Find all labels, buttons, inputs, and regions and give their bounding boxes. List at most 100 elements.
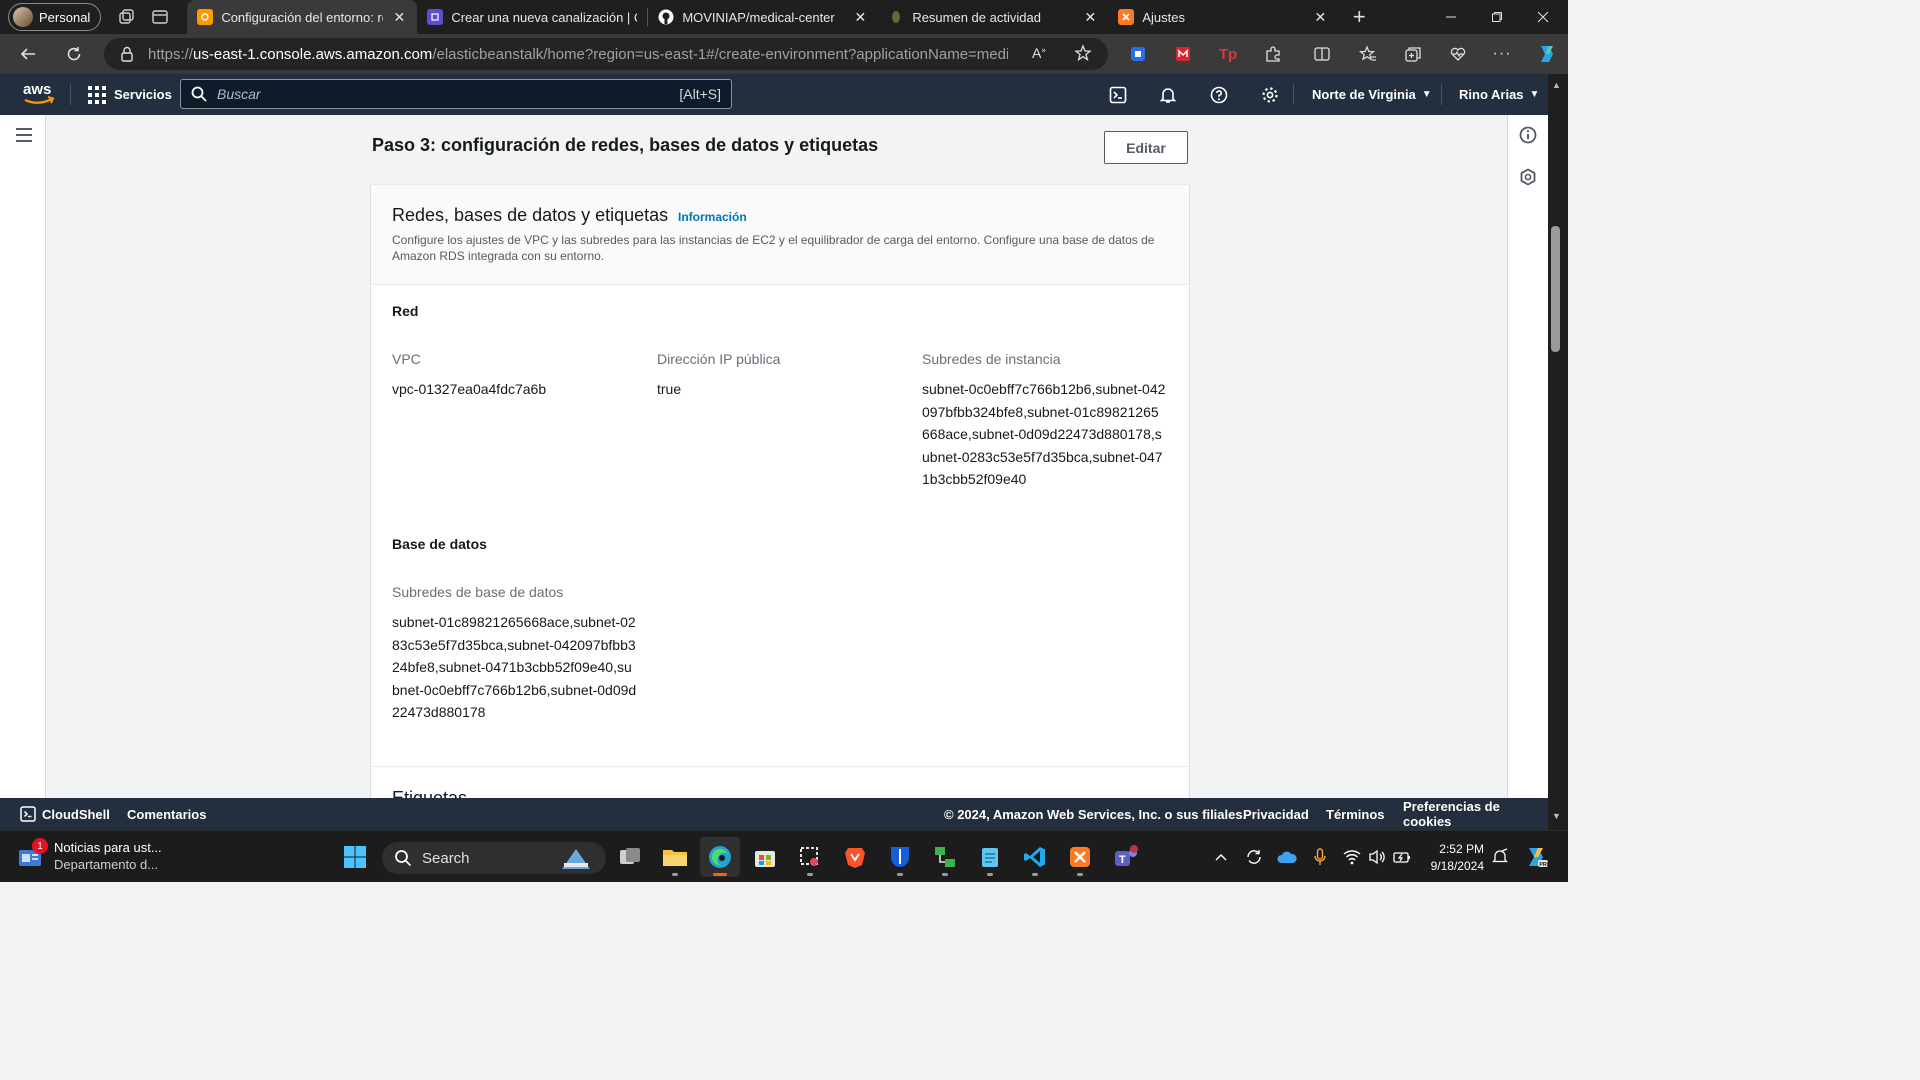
- extension-shield-icon[interactable]: [1120, 34, 1156, 74]
- collections-icon[interactable]: [1395, 34, 1431, 74]
- show-hidden-icons-icon[interactable]: [1209, 845, 1233, 869]
- file-explorer-icon[interactable]: [655, 837, 695, 877]
- services-menu[interactable]: Servicios: [88, 74, 172, 115]
- svg-text:aws: aws: [23, 81, 51, 98]
- lock-icon[interactable]: [120, 46, 134, 62]
- vscode-icon[interactable]: [1015, 837, 1055, 877]
- vertical-tabs-icon[interactable]: [143, 0, 177, 34]
- scroll-down-arrow-icon[interactable]: ▼: [1552, 811, 1561, 821]
- activity-favicon-icon: [888, 9, 904, 25]
- database-heading: Base de datos: [392, 536, 487, 552]
- search-icon: [191, 86, 207, 102]
- cloudshell-icon[interactable]: [1098, 74, 1138, 115]
- split-screen-icon[interactable]: [1304, 34, 1340, 74]
- brave-icon[interactable]: [835, 837, 875, 877]
- settings-gear-icon[interactable]: [1250, 74, 1290, 115]
- close-tab-icon[interactable]: ✕: [1082, 9, 1098, 26]
- left-navigation-rail: [0, 115, 46, 798]
- wifi-icon[interactable]: [1340, 845, 1364, 869]
- scroll-up-arrow-icon[interactable]: ▲: [1552, 80, 1561, 90]
- feedback-link[interactable]: Comentarios: [127, 798, 206, 830]
- extension-tp-icon[interactable]: Tp: [1210, 34, 1246, 74]
- help-icon[interactable]: [1199, 74, 1239, 115]
- edit-button[interactable]: Editar: [1104, 131, 1188, 164]
- tab-aws-console[interactable]: Configuración del entorno: revisar ✕: [187, 0, 418, 34]
- close-tab-icon[interactable]: ✕: [852, 9, 868, 26]
- copilot-taskbar-icon[interactable]: PRE: [1522, 845, 1550, 869]
- header-divider: [1441, 84, 1442, 105]
- privacy-link[interactable]: Privacidad: [1243, 798, 1309, 830]
- info-panel-icon[interactable]: [1508, 115, 1548, 155]
- cloudshell-label: CloudShell: [42, 806, 110, 822]
- back-icon[interactable]: [8, 34, 48, 74]
- feedback-hexagon-icon[interactable]: [1508, 157, 1548, 197]
- favorites-icon[interactable]: [1350, 34, 1386, 74]
- profile-button[interactable]: Personal: [8, 3, 102, 31]
- tab-settings[interactable]: Ajustes ✕: [1108, 0, 1338, 34]
- db-subnets-value: subnet-01c89821265668ace,subnet-0283c53e…: [392, 614, 637, 720]
- instance-subnets-label: Subredes de instancia: [922, 351, 1061, 367]
- teams-icon[interactable]: T: [1105, 837, 1145, 877]
- volume-icon[interactable]: [1365, 845, 1389, 869]
- tab-github[interactable]: MOVINIAP/medical-center ✕: [648, 0, 878, 34]
- minimize-icon[interactable]: [1428, 0, 1474, 34]
- xampp-favicon-icon: [1118, 9, 1135, 25]
- new-tab-icon[interactable]: +: [1342, 0, 1376, 34]
- tab-codepipeline[interactable]: Crear una nueva canalización | CodePipel…: [417, 0, 647, 34]
- microphone-icon[interactable]: [1308, 845, 1332, 869]
- workspaces-icon[interactable]: [109, 0, 143, 34]
- microsoft-store-icon[interactable]: [745, 837, 785, 877]
- search-placeholder: Buscar: [217, 86, 261, 102]
- onedrive-icon[interactable]: [1275, 845, 1299, 869]
- favorite-star-icon[interactable]: [1074, 44, 1092, 62]
- scrollbar-thumb[interactable]: [1551, 226, 1560, 352]
- terms-link[interactable]: Términos: [1326, 798, 1385, 830]
- bitwarden-icon[interactable]: [880, 837, 920, 877]
- taskbar-search[interactable]: Search: [382, 842, 606, 874]
- search-shortcut: [Alt+S]: [679, 86, 721, 102]
- news-widget[interactable]: 1 Noticias para ust... Departamento d...: [18, 838, 162, 873]
- copilot-icon[interactable]: [1528, 34, 1564, 74]
- region-selector[interactable]: Norte de Virginia ▼: [1312, 74, 1432, 115]
- news-icon: 1: [18, 838, 48, 868]
- close-tab-icon[interactable]: ✕: [1312, 9, 1328, 26]
- card-header: Redes, bases de datos y etiquetas Inform…: [371, 185, 1189, 285]
- notification-center-icon[interactable]: [1488, 845, 1512, 869]
- taskbar-clock[interactable]: 2:52 PM 9/18/2024: [1418, 841, 1484, 875]
- snipping-tool-icon[interactable]: [790, 837, 830, 877]
- battery-icon[interactable]: [1390, 845, 1414, 869]
- news-text: Noticias para ust... Departamento d...: [54, 839, 162, 873]
- page-scrollbar[interactable]: ▲ ▼: [1548, 74, 1568, 830]
- notepad-icon[interactable]: [970, 837, 1010, 877]
- aws-logo[interactable]: aws: [22, 80, 56, 110]
- extensions-puzzle-icon[interactable]: [1255, 34, 1291, 74]
- hamburger-menu-icon[interactable]: [4, 115, 44, 155]
- tab-title: Ajustes: [1142, 9, 1185, 25]
- card-description: Configure los ajustes de VPC y las subre…: [392, 233, 1155, 263]
- profile-avatar: [13, 7, 33, 27]
- close-window-icon[interactable]: [1520, 0, 1566, 34]
- reload-icon[interactable]: [54, 34, 94, 74]
- start-button[interactable]: [335, 837, 375, 877]
- search-input[interactable]: Buscar [Alt+S]: [180, 79, 732, 109]
- close-tab-icon[interactable]: ✕: [391, 9, 407, 26]
- info-link[interactable]: Información: [678, 210, 747, 224]
- news-title: Noticias para ust...: [54, 840, 162, 855]
- url-field[interactable]: https://us-east-1.console.aws.amazon.com…: [104, 38, 1108, 70]
- read-aloud-icon[interactable]: A»: [1032, 45, 1046, 61]
- account-menu[interactable]: Rino Arias ▼: [1459, 74, 1539, 115]
- sync-icon[interactable]: [1242, 845, 1266, 869]
- more-options-icon[interactable]: ···: [1484, 34, 1520, 74]
- xampp-icon[interactable]: [1060, 837, 1100, 877]
- cloudshell-footer-button[interactable]: CloudShell: [20, 798, 110, 830]
- extension-mega-icon[interactable]: [1165, 34, 1201, 74]
- restore-icon[interactable]: [1474, 0, 1520, 34]
- network-tool-icon[interactable]: [925, 837, 965, 877]
- cookie-preferences-link[interactable]: Preferencias de cookies: [1403, 798, 1548, 830]
- edge-icon[interactable]: [700, 837, 740, 877]
- task-view-icon[interactable]: [610, 837, 650, 877]
- instance-subnets-value: subnet-0c0ebff7c766b12b6,subnet-042097bf…: [922, 381, 1166, 487]
- notifications-bell-icon[interactable]: [1148, 74, 1188, 115]
- browser-essentials-icon[interactable]: [1440, 34, 1476, 74]
- tab-activity-summary[interactable]: Resumen de actividad ✕: [878, 0, 1108, 34]
